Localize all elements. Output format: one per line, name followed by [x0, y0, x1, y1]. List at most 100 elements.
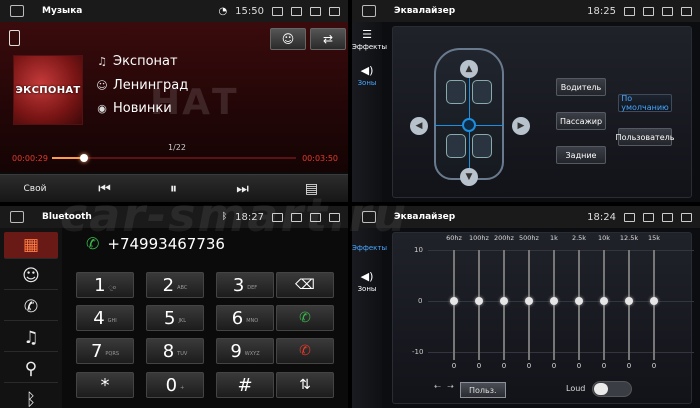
- hangup-key[interactable]: ✆: [276, 338, 334, 364]
- tab-music[interactable]: ♫: [4, 325, 58, 352]
- passenger-button[interactable]: Пассажир: [556, 112, 606, 130]
- back-icon[interactable]: [681, 6, 692, 16]
- add-folder-button[interactable]: ▤: [277, 175, 346, 202]
- right-arrow-icon[interactable]: ▶: [512, 117, 530, 135]
- add-folder-icon: ▤: [304, 180, 319, 197]
- user-button[interactable]: Пользователь: [616, 128, 674, 146]
- key-digit: 3: [232, 274, 245, 296]
- next-button[interactable]: ⏭: [208, 175, 277, 202]
- tab-effects[interactable]: ☰ Эффекты: [352, 28, 387, 51]
- music-icon: ♫: [23, 328, 39, 348]
- preset-arrows-icon[interactable]: ⇠ ⇢: [434, 382, 456, 391]
- band-slider-knob[interactable]: [475, 297, 483, 305]
- back-icon[interactable]: [329, 6, 340, 16]
- screen-icon[interactable]: [272, 212, 283, 222]
- call-key[interactable]: ✆: [276, 305, 334, 331]
- person-button[interactable]: ☺: [270, 28, 306, 50]
- screen-icon[interactable]: [624, 6, 635, 16]
- back-icon[interactable]: [329, 212, 340, 222]
- home-icon[interactable]: [362, 5, 376, 17]
- eq-sidebar: Эффекты ◀) Зоны: [352, 228, 387, 408]
- preset-button[interactable]: Польз.: [460, 382, 506, 398]
- close-window-icon[interactable]: [662, 6, 673, 16]
- home-icon[interactable]: [10, 5, 24, 17]
- screen-icon[interactable]: [272, 6, 283, 16]
- band-slider-knob[interactable]: [500, 297, 508, 305]
- rear-button[interactable]: Задние: [556, 146, 606, 164]
- key-6[interactable]: 6 MNO: [216, 305, 274, 331]
- key-9[interactable]: 9 WXYZ: [216, 338, 274, 364]
- tab-zones[interactable]: ◀) Зоны: [352, 64, 382, 87]
- band-slider-knob[interactable]: [650, 297, 658, 305]
- down-arrow-icon[interactable]: ▼: [460, 168, 478, 186]
- loud-toggle[interactable]: [592, 381, 632, 397]
- tab-dialpad[interactable]: ▦: [4, 232, 58, 259]
- key-5[interactable]: 5 JKL: [146, 305, 204, 331]
- pause-button[interactable]: ⏸: [139, 175, 208, 202]
- tab-call-log[interactable]: ✆: [4, 294, 58, 321]
- key-1[interactable]: 1 ◌̲o: [76, 272, 134, 298]
- backspace-key[interactable]: ⌫: [276, 272, 334, 298]
- key-4[interactable]: 4 GHI: [76, 305, 134, 331]
- band-slider-knob[interactable]: [625, 297, 633, 305]
- key-star[interactable]: *: [76, 372, 134, 398]
- track-counter: 1/22: [168, 143, 186, 152]
- band-slider-knob[interactable]: [575, 297, 583, 305]
- tab-effects[interactable]: Эффекты: [352, 244, 387, 252]
- window-icon[interactable]: [643, 6, 654, 16]
- driver-button[interactable]: Водитель: [556, 78, 606, 96]
- balance-point[interactable]: [462, 118, 476, 132]
- tab-contacts[interactable]: ☺: [4, 263, 58, 290]
- key-8[interactable]: 8 TUV: [146, 338, 204, 364]
- back-icon[interactable]: [681, 212, 692, 222]
- band-slider-track[interactable]: [553, 250, 555, 360]
- home-icon[interactable]: [362, 211, 376, 223]
- key-0[interactable]: 0 +: [146, 372, 204, 398]
- band-slider-track[interactable]: [528, 250, 530, 360]
- band-value: 0: [626, 362, 632, 370]
- band-slider-track[interactable]: [503, 250, 505, 360]
- band-slider-track[interactable]: [578, 250, 580, 360]
- repeat-button[interactable]: ⇄: [310, 28, 346, 50]
- eq-preset-label[interactable]: Свой: [0, 175, 70, 202]
- band-slider-track[interactable]: [453, 250, 455, 360]
- progress-knob[interactable]: [79, 154, 88, 162]
- close-window-icon[interactable]: [662, 212, 673, 222]
- band-slider-track[interactable]: [653, 250, 655, 360]
- key-hash[interactable]: #: [216, 372, 274, 398]
- window-icon[interactable]: [291, 212, 302, 222]
- default-button[interactable]: По умолчанию: [618, 94, 672, 112]
- key-digit: 1: [94, 274, 106, 296]
- band-slider-track[interactable]: [628, 250, 630, 360]
- home-icon[interactable]: [10, 211, 24, 223]
- key-digit: 7: [90, 340, 103, 362]
- dialpad-icon: ▦: [22, 235, 40, 255]
- key-3[interactable]: 3 DEF: [216, 272, 274, 298]
- close-window-icon[interactable]: [310, 6, 321, 16]
- band-slider-knob[interactable]: [550, 297, 558, 305]
- window-icon[interactable]: [643, 212, 654, 222]
- up-arrow-icon[interactable]: ▲: [460, 60, 478, 78]
- phone-source-icon[interactable]: [9, 30, 20, 46]
- tab-bluetooth[interactable]: ᛒ: [4, 387, 58, 408]
- tab-search[interactable]: ⚲: [4, 356, 58, 383]
- band-slider-knob[interactable]: [600, 297, 608, 305]
- band-slider-knob[interactable]: [450, 297, 458, 305]
- previous-button[interactable]: ⏮: [70, 175, 139, 202]
- close-window-icon[interactable]: [310, 212, 321, 222]
- progress-bar[interactable]: [52, 154, 296, 162]
- window-icon[interactable]: [291, 6, 302, 16]
- tab-zones[interactable]: ◀) Зоны: [352, 270, 382, 293]
- speaker-icon: ◀): [360, 270, 374, 283]
- band-slider-track[interactable]: [603, 250, 605, 360]
- band-slider-track[interactable]: [478, 250, 480, 360]
- key-2[interactable]: 2 ABC: [146, 272, 204, 298]
- key-7[interactable]: 7 PQRS: [76, 338, 134, 364]
- left-arrow-icon[interactable]: ◀: [410, 117, 428, 135]
- band-slider-knob[interactable]: [525, 297, 533, 305]
- previous-icon: ⏮: [98, 180, 111, 197]
- rear-left-seat: [446, 134, 466, 158]
- screen-icon[interactable]: [624, 212, 635, 222]
- scale-top: 10: [414, 246, 423, 254]
- transfer-key[interactable]: ⇅: [276, 372, 334, 398]
